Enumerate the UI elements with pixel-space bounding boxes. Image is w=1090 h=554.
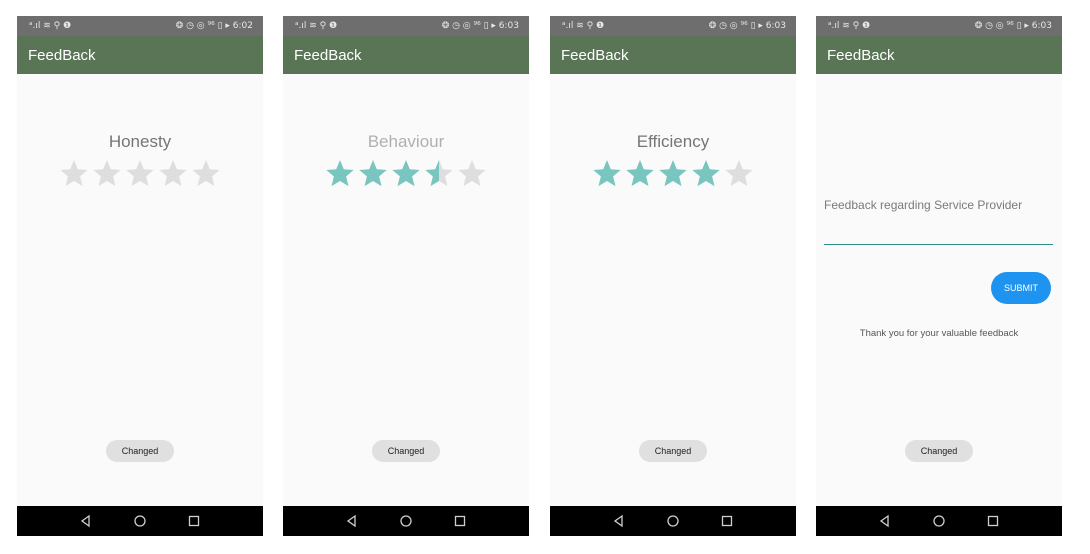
app-bar: FeedBack (283, 36, 529, 74)
content-area: Efficiency Changed (550, 74, 796, 506)
status-icons-left: ᵃ.ıl ≋ ⚲ ❶ (562, 21, 605, 31)
home-icon[interactable] (666, 514, 680, 528)
phone-screen-behaviour: ᵃ.ıl ≋ ⚲ ❶ ❂ ◷ ◎ ⁹⁶ ▯ ▸ 6:03 FeedBack Be… (283, 16, 529, 536)
star-icon[interactable] (357, 158, 389, 188)
status-icons-right: ❂ ◷ ◎ ⁹⁶ ▯ ▸ 6:02 (175, 21, 253, 31)
content-area: Feedback regarding Service Provider SUBM… (816, 74, 1062, 506)
app-title: FeedBack (827, 46, 895, 64)
app-bar: FeedBack (816, 36, 1062, 74)
app-title: FeedBack (561, 46, 629, 64)
navigation-bar (550, 506, 796, 536)
star-icon[interactable] (390, 158, 422, 188)
content-area: Behaviour Changed (283, 74, 529, 506)
star-icon[interactable] (58, 158, 90, 188)
star-icon[interactable] (723, 158, 755, 188)
star-icon[interactable] (157, 158, 189, 188)
feedback-label: Feedback regarding Service Provider (824, 198, 1023, 212)
rating-title: Behaviour (367, 132, 445, 151)
changed-button[interactable]: Changed (372, 440, 440, 462)
app-title: FeedBack (294, 46, 362, 64)
status-icons-left: ᵃ.ıl ≋ ⚲ ❶ (828, 21, 871, 31)
status-icons-right: ❂ ◷ ◎ ⁹⁶ ▯ ▸ 6:03 (441, 21, 519, 31)
app-title: FeedBack (28, 46, 96, 64)
star-icon[interactable] (456, 158, 488, 188)
star-rating-bar[interactable] (283, 158, 529, 188)
phone-screen-efficiency: ᵃ.ıl ≋ ⚲ ❶ ❂ ◷ ◎ ⁹⁶ ▯ ▸ 6:03 FeedBack Ef… (550, 16, 796, 536)
status-bar: ᵃ.ıl ≋ ⚲ ❶ ❂ ◷ ◎ ⁹⁶ ▯ ▸ 6:03 (550, 16, 796, 36)
navigation-bar (816, 506, 1062, 536)
recents-icon[interactable] (986, 514, 1000, 528)
app-bar: FeedBack (550, 36, 796, 74)
home-icon[interactable] (932, 514, 946, 528)
star-icon[interactable] (657, 158, 689, 188)
phone-screen-honesty: ᵃ.ıl ≋ ⚲ ❶ ❂ ◷ ◎ ⁹⁶ ▯ ▸ 6:02 FeedBack Ho… (17, 16, 263, 536)
back-icon[interactable] (345, 514, 359, 528)
changed-button[interactable]: Changed (639, 440, 707, 462)
status-bar: ᵃ.ıl ≋ ⚲ ❶ ❂ ◷ ◎ ⁹⁶ ▯ ▸ 6:03 (283, 16, 529, 36)
phone-screen-feedback-form: ᵃ.ıl ≋ ⚲ ❶ ❂ ◷ ◎ ⁹⁶ ▯ ▸ 6:03 FeedBack Fe… (816, 16, 1062, 536)
back-icon[interactable] (79, 514, 93, 528)
navigation-bar (17, 506, 263, 536)
status-icons-left: ᵃ.ıl ≋ ⚲ ❶ (295, 21, 338, 31)
rating-title: Efficiency (636, 132, 710, 151)
submit-button[interactable]: SUBMIT (991, 272, 1051, 304)
app-bar: FeedBack (17, 36, 263, 74)
star-icon[interactable] (423, 158, 455, 188)
status-icons-left: ᵃ.ıl ≋ ⚲ ❶ (29, 21, 72, 31)
back-icon[interactable] (878, 514, 892, 528)
changed-button[interactable]: Changed (905, 440, 973, 462)
status-bar: ᵃ.ıl ≋ ⚲ ❶ ❂ ◷ ◎ ⁹⁶ ▯ ▸ 6:02 (17, 16, 263, 36)
star-icon[interactable] (591, 158, 623, 188)
recents-icon[interactable] (720, 514, 734, 528)
star-icon[interactable] (190, 158, 222, 188)
status-bar: ᵃ.ıl ≋ ⚲ ❶ ❂ ◷ ◎ ⁹⁶ ▯ ▸ 6:03 (816, 16, 1062, 36)
rating-title: Honesty (108, 132, 172, 151)
star-rating-bar[interactable] (550, 158, 796, 188)
thanks-message: Thank you for your valuable feedback (859, 328, 1019, 339)
status-icons-right: ❂ ◷ ◎ ⁹⁶ ▯ ▸ 6:03 (708, 21, 786, 31)
star-rating-bar[interactable] (17, 158, 263, 188)
changed-button[interactable]: Changed (106, 440, 174, 462)
back-icon[interactable] (612, 514, 626, 528)
star-icon[interactable] (124, 158, 156, 188)
recents-icon[interactable] (453, 514, 467, 528)
content-area: Honesty Changed (17, 74, 263, 506)
star-icon[interactable] (690, 158, 722, 188)
star-icon[interactable] (91, 158, 123, 188)
feedback-input[interactable] (824, 226, 1053, 245)
navigation-bar (283, 506, 529, 536)
status-icons-right: ❂ ◷ ◎ ⁹⁶ ▯ ▸ 6:03 (974, 21, 1052, 31)
home-icon[interactable] (133, 514, 147, 528)
star-icon[interactable] (324, 158, 356, 188)
star-icon[interactable] (624, 158, 656, 188)
home-icon[interactable] (399, 514, 413, 528)
recents-icon[interactable] (187, 514, 201, 528)
